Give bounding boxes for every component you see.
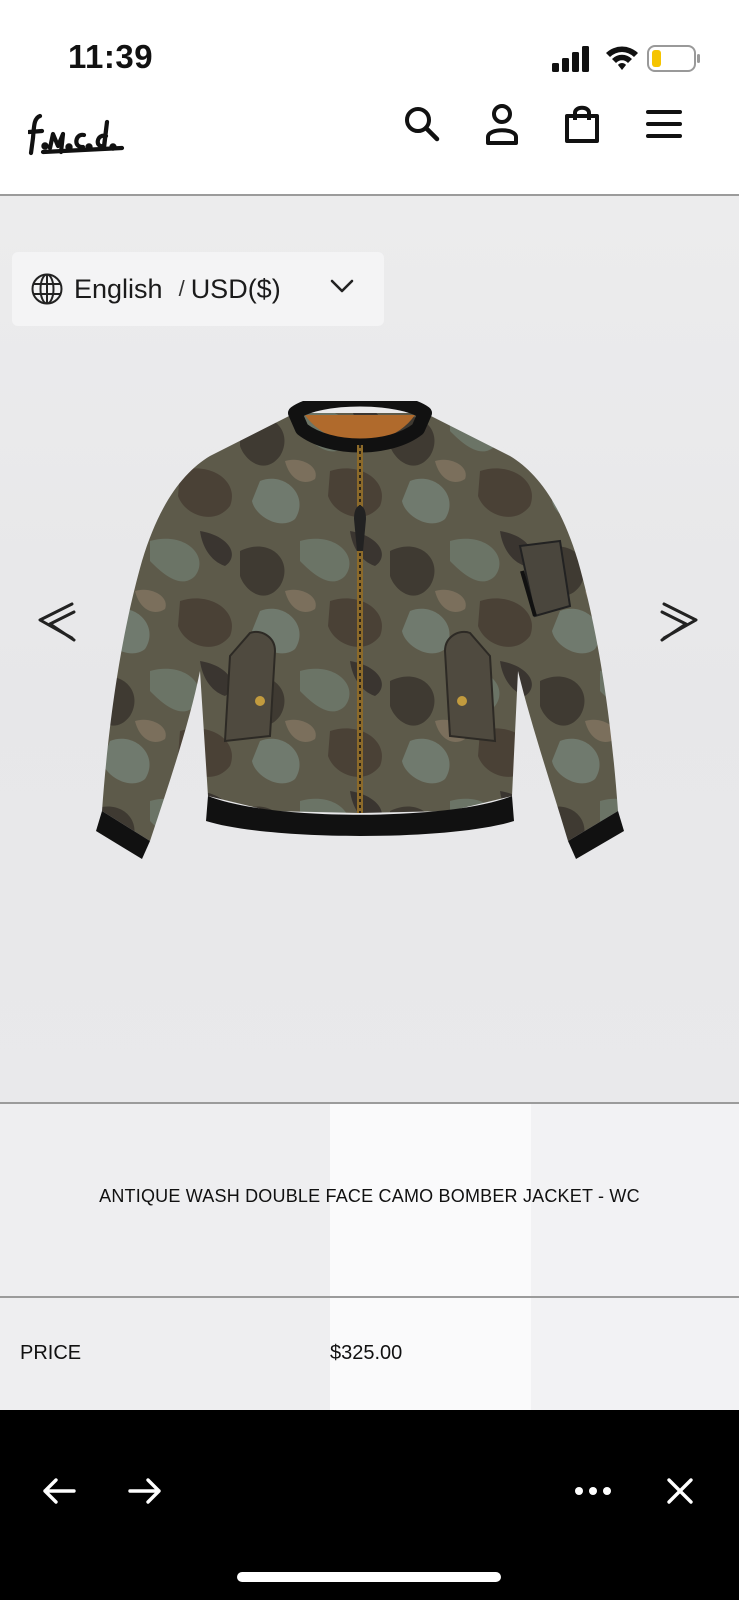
status-time: 11:39 bbox=[68, 38, 154, 75]
search-button[interactable] bbox=[398, 100, 446, 148]
price-value: $325.00 bbox=[330, 1342, 403, 1364]
more-horizontal-icon bbox=[575, 1487, 611, 1495]
menu-button[interactable] bbox=[640, 100, 688, 148]
brand-logo[interactable] bbox=[28, 108, 128, 160]
wifi-icon bbox=[606, 46, 638, 70]
arrow-left-icon bbox=[43, 1478, 76, 1504]
cellular-signal-icon bbox=[552, 46, 589, 72]
language-label: English bbox=[74, 273, 163, 304]
browser-close-button[interactable] bbox=[655, 1466, 705, 1516]
previous-image-arrow-icon[interactable] bbox=[36, 598, 80, 646]
product-image-carousel: English / USD($) bbox=[0, 196, 739, 1102]
browser-back-button[interactable] bbox=[34, 1466, 84, 1516]
product-title: ANTIQUE WASH DOUBLE FACE CAMO BOMBER JAC… bbox=[99, 1186, 640, 1206]
chevron-down-icon bbox=[330, 279, 354, 293]
language-separator: / bbox=[178, 276, 185, 301]
globe-icon bbox=[31, 273, 63, 305]
home-indicator bbox=[237, 1572, 501, 1582]
battery-icon bbox=[647, 45, 700, 72]
shopping-bag-icon bbox=[565, 105, 599, 143]
browser-forward-button[interactable] bbox=[120, 1466, 170, 1516]
product-title-row: ANTIQUE WASH DOUBLE FACE CAMO BOMBER JAC… bbox=[0, 1104, 739, 1296]
close-icon bbox=[667, 1478, 693, 1504]
product-price-row: PRICE $325.00 bbox=[0, 1298, 739, 1410]
currency-label: USD($) bbox=[190, 273, 281, 304]
account-button[interactable] bbox=[478, 100, 526, 148]
language-currency-selector[interactable]: English / USD($) bbox=[12, 252, 384, 326]
user-icon bbox=[486, 104, 518, 145]
site-header bbox=[0, 90, 739, 196]
hamburger-menu-icon bbox=[646, 110, 682, 138]
next-image-arrow-icon[interactable] bbox=[656, 598, 700, 646]
product-photo bbox=[96, 401, 624, 859]
browser-more-button[interactable] bbox=[568, 1466, 618, 1516]
price-label: PRICE bbox=[20, 1342, 82, 1364]
cart-button[interactable] bbox=[558, 100, 606, 148]
search-icon bbox=[405, 107, 440, 142]
arrow-right-icon bbox=[128, 1478, 161, 1504]
